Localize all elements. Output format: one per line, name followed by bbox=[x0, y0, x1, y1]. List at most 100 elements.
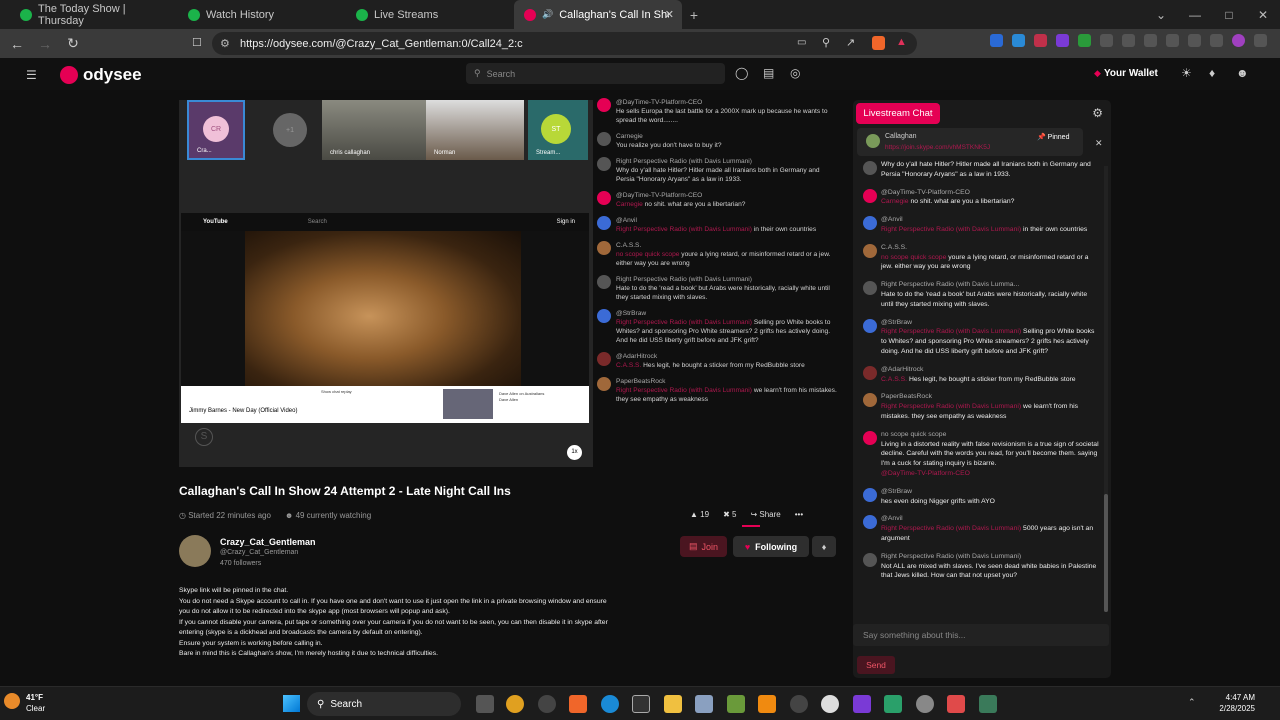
extension-icon[interactable] bbox=[1166, 34, 1179, 47]
tab-callaghan[interactable]: 🔊 Callaghan's Call In Show 24 ✕ bbox=[514, 0, 682, 29]
chat-author[interactable]: @StrBraw bbox=[881, 487, 1101, 497]
participant-thumb[interactable]: CR Cra... bbox=[187, 100, 245, 160]
join-button[interactable]: ▤ Join bbox=[680, 536, 727, 557]
profile-icon[interactable] bbox=[1232, 34, 1245, 47]
chat-author[interactable]: @AdarHitrock bbox=[881, 365, 1101, 375]
app-icon[interactable] bbox=[727, 695, 745, 713]
extension-icon[interactable] bbox=[1188, 34, 1201, 47]
app-icon[interactable] bbox=[790, 695, 808, 713]
close-pinned-icon[interactable]: ✕ bbox=[1095, 138, 1103, 149]
odysee-logo[interactable]: odysee bbox=[60, 65, 142, 85]
taskbar-search[interactable]: ⚲ Search bbox=[307, 692, 461, 716]
sidebar-icon[interactable] bbox=[1144, 34, 1157, 47]
reload-icon[interactable]: ↻ bbox=[62, 35, 84, 52]
notify-button[interactable]: ♦ bbox=[812, 536, 836, 557]
search-input[interactable]: ⚲ Search bbox=[466, 63, 725, 84]
settings-icon[interactable] bbox=[916, 695, 934, 713]
app-icon[interactable] bbox=[695, 695, 713, 713]
vpn-icon[interactable] bbox=[1210, 34, 1223, 47]
participant-thumb[interactable]: ST Stream... bbox=[528, 100, 588, 160]
following-button[interactable]: ♥ Following bbox=[733, 536, 809, 557]
gear-icon[interactable]: ⚙ bbox=[1092, 106, 1103, 120]
chat-author[interactable]: @DayTime-TV-Platform-CEO bbox=[881, 188, 1101, 198]
site-info-icon[interactable]: ⚙ bbox=[220, 37, 230, 50]
tray-chevron-icon[interactable]: ⌃ bbox=[1188, 697, 1196, 708]
folder-icon[interactable] bbox=[664, 695, 682, 713]
menu-icon[interactable] bbox=[1254, 34, 1267, 47]
more-button[interactable]: ••• bbox=[795, 510, 803, 519]
edge-icon[interactable] bbox=[601, 695, 619, 713]
app-icon[interactable] bbox=[821, 695, 839, 713]
windows-start-icon[interactable] bbox=[283, 695, 300, 712]
app-icon[interactable] bbox=[632, 695, 650, 713]
weather-widget[interactable]: 41°F Clear bbox=[26, 692, 45, 714]
video-player[interactable]: CR Cra... +1 chris callaghan Norman ST S… bbox=[179, 100, 593, 467]
app-icon[interactable] bbox=[538, 695, 556, 713]
download-icon[interactable] bbox=[990, 34, 1003, 47]
app-icon[interactable] bbox=[853, 695, 871, 713]
chat-mention[interactable]: Right Perspective Radio (with Davis Lumm… bbox=[881, 525, 1021, 532]
chat-tab[interactable]: Livestream Chat bbox=[856, 103, 940, 124]
like-button[interactable]: ▲ 19 bbox=[690, 510, 709, 519]
chat-mention[interactable]: Right Perspective Radio (with Davis Lumm… bbox=[881, 403, 1021, 410]
chat-mention[interactable]: C.A.S.S. bbox=[881, 376, 907, 383]
notifications-icon[interactable]: ♦ bbox=[1209, 66, 1215, 80]
close-tab-icon[interactable]: ✕ bbox=[665, 8, 674, 21]
chat-author[interactable]: @Anvil bbox=[881, 215, 1101, 225]
music-icon[interactable] bbox=[1122, 34, 1135, 47]
share-button[interactable]: ↪ Share bbox=[750, 510, 780, 519]
upload-icon[interactable]: ▤ bbox=[763, 66, 774, 80]
brave-shield-icon[interactable] bbox=[872, 36, 885, 50]
new-tab-button[interactable]: + bbox=[682, 0, 706, 29]
minimize-icon[interactable]: — bbox=[1178, 8, 1212, 22]
participant-thumb[interactable]: chris callaghan bbox=[322, 100, 426, 160]
url-field[interactable]: ⚙ https://odysee.com/@Crazy_Cat_Gentlema… bbox=[212, 32, 917, 55]
boost-button[interactable]: ✖ 5 bbox=[723, 510, 736, 519]
extension-icon[interactable] bbox=[1056, 34, 1069, 47]
zoom-icon[interactable]: ⚲ bbox=[822, 36, 830, 49]
chat-scrollbar[interactable] bbox=[1104, 166, 1108, 612]
tab-list-icon[interactable]: ⌄ bbox=[1144, 8, 1178, 22]
channel-name[interactable]: Crazy_Cat_Gentleman bbox=[220, 537, 316, 547]
tab-live-streams[interactable]: Live Streams bbox=[346, 0, 514, 29]
back-icon[interactable]: ← bbox=[6, 36, 28, 52]
chat-author[interactable]: @StrBraw bbox=[881, 318, 1101, 328]
app-icon[interactable] bbox=[506, 695, 524, 713]
maximize-icon[interactable]: □ bbox=[1212, 8, 1246, 22]
vlc-icon[interactable] bbox=[758, 695, 776, 713]
brave-icon[interactable] bbox=[569, 695, 587, 713]
participant-thumb[interactable]: Norman bbox=[426, 100, 524, 160]
chat-author[interactable]: C.A.S.S. bbox=[881, 243, 1101, 253]
rewards-icon[interactable]: ▲ bbox=[896, 36, 907, 48]
cast-icon[interactable]: ▭ bbox=[797, 37, 806, 48]
scroll-thumb[interactable] bbox=[1104, 494, 1108, 612]
app-icon[interactable] bbox=[884, 695, 902, 713]
weather-icon[interactable] bbox=[4, 693, 20, 709]
playback-speed-button[interactable]: 1x bbox=[567, 445, 582, 460]
send-button[interactable]: Send bbox=[857, 656, 895, 674]
share-icon[interactable]: ↗ bbox=[846, 36, 855, 49]
participant-thumb[interactable]: +1 bbox=[273, 100, 307, 160]
chat-author[interactable]: no scope quick scope bbox=[881, 430, 1101, 440]
extension-icon[interactable] bbox=[1078, 34, 1091, 47]
chat-mention[interactable]: Right Perspective Radio (with Davis Lumm… bbox=[881, 328, 1021, 335]
skype-icon[interactable] bbox=[947, 695, 965, 713]
chat-input[interactable]: Say something about this... bbox=[853, 624, 1109, 646]
tab-today-show[interactable]: The Today Show | Thursday bbox=[10, 0, 178, 29]
live-icon[interactable]: ◎ bbox=[790, 66, 800, 80]
close-window-icon[interactable]: ✕ bbox=[1246, 8, 1280, 22]
chat-mention[interactable]: @DayTime-TV-Platform-CEO bbox=[881, 469, 1101, 479]
chat-author[interactable]: PaperBeatsRock bbox=[881, 392, 1101, 402]
chat-author[interactable]: Right Perspective Radio (with Davis Lumm… bbox=[881, 280, 1101, 290]
hamburger-icon[interactable]: ☰ bbox=[26, 68, 37, 82]
system-clock[interactable]: 4:47 AM 2/28/2025 bbox=[1219, 692, 1255, 714]
bookmark-icon[interactable]: ☐ bbox=[192, 36, 202, 49]
app-icon[interactable] bbox=[979, 695, 997, 713]
account-icon[interactable]: ☻ bbox=[1236, 66, 1249, 80]
download-icon[interactable] bbox=[1012, 34, 1025, 47]
chat-mention[interactable]: no scope quick scope bbox=[881, 254, 946, 261]
chat-mention[interactable]: Carnegie bbox=[881, 198, 909, 205]
channel-avatar[interactable] bbox=[179, 535, 211, 567]
chat-mention[interactable]: Right Perspective Radio (with Davis Lumm… bbox=[881, 226, 1021, 233]
forward-icon[interactable]: → bbox=[34, 36, 56, 52]
